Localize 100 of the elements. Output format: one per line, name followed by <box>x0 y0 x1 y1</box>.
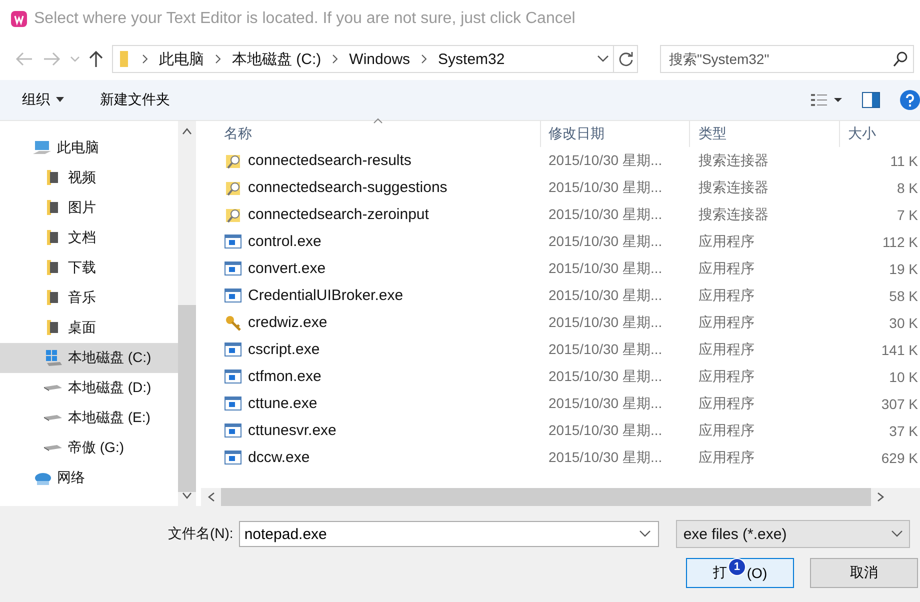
table-cell-text: 应用程序 <box>697 340 756 358</box>
sidebar-item[interactable]: 下载 <box>0 253 178 283</box>
table-cell-text: 应用程序 <box>697 448 756 466</box>
file-name[interactable]: cttune.exe <box>248 395 318 412</box>
sidebar-item[interactable]: 帝傲 (G:) <box>0 433 178 463</box>
dropdown-caret-icon <box>639 530 652 538</box>
preview-pane-icon[interactable] <box>862 92 880 108</box>
forward-arrow-icon[interactable] <box>42 51 62 67</box>
back-arrow-icon[interactable] <box>14 51 34 67</box>
sidebar-item[interactable]: 桌面 <box>0 313 178 343</box>
sidebar-item[interactable]: 此电脑 <box>0 133 178 163</box>
breadcrumb[interactable]: Windows <box>349 50 410 68</box>
file-name[interactable]: ctfmon.exe <box>248 368 322 385</box>
table-cell-text: 2015/10/30 星期... <box>548 232 664 250</box>
sidebar-item[interactable]: 网络 <box>0 463 178 493</box>
file-name[interactable]: convert.exe <box>248 260 326 277</box>
file-name[interactable]: connectedsearch-zeroinput <box>248 206 429 223</box>
drive-icon <box>44 415 62 421</box>
file-name[interactable]: dccw.exe <box>248 449 310 466</box>
file-name[interactable]: cscript.exe <box>248 341 320 358</box>
scroll-left-icon <box>207 492 215 502</box>
column-header[interactable]: 修改日期 <box>540 121 690 147</box>
application-icon <box>224 422 242 440</box>
search-field[interactable]: 搜索"System32" <box>660 45 914 73</box>
column-header[interactable]: 大小 <box>840 121 920 147</box>
table-cell-text: 2015/10/30 星期... <box>548 314 664 332</box>
organize-menu-button[interactable]: 组织 <box>14 87 72 113</box>
application-icon <box>224 368 242 386</box>
refresh-button[interactable] <box>614 45 638 73</box>
table-cell-text: 2015/10/30 星期... <box>548 286 664 304</box>
chevron-icon <box>331 54 340 64</box>
computer-icon <box>33 139 51 157</box>
caret-icon <box>56 97 64 103</box>
sidebar-item[interactable]: 音乐 <box>0 283 178 313</box>
table-cell-text: 应用程序 <box>697 286 756 304</box>
chevron-icon <box>214 54 222 64</box>
help-icon[interactable] <box>900 90 920 110</box>
sidebar-item[interactable]: 本地磁盘 (E:) <box>0 403 178 433</box>
table-cell-text: 应用程序 <box>697 422 756 440</box>
new-folder-button[interactable]: 新建文件夹 <box>92 87 178 113</box>
table-cell-text: 应用程序 <box>697 232 756 250</box>
breadcrumb[interactable]: 本地磁盘 (C:) <box>232 50 322 68</box>
dropdown-caret-icon[interactable] <box>597 54 609 64</box>
table-cell-text: 7 K <box>896 206 919 222</box>
app-logo-icon <box>10 10 28 28</box>
table-cell-text: 应用程序 <box>697 368 756 386</box>
sidebar-item[interactable]: 本地磁盘 (D:) <box>0 373 178 403</box>
column-header[interactable]: 类型 <box>690 121 840 147</box>
scrollbar-thumb[interactable] <box>178 305 196 492</box>
search-icon <box>892 51 908 67</box>
sidebar-item[interactable]: 图片 <box>0 193 178 223</box>
breadcrumb[interactable]: 此电脑 <box>159 50 204 68</box>
window-title: Select where your Text Editor is located. If you are not sure, just click Cancel <box>34 10 576 28</box>
sidebar-item[interactable]: 本地磁盘 (C:) <box>0 343 178 373</box>
cancel-button[interactable]: 取消 <box>810 558 918 588</box>
table-cell-text: 2015/10/30 星期... <box>548 394 664 412</box>
table-cell-text: 141 K <box>880 342 919 358</box>
scroll-right-icon <box>877 492 885 502</box>
table-cell-text: 19 K <box>888 260 919 276</box>
table-cell-text: 搜索连接器 <box>697 178 770 196</box>
view-options-icon[interactable] <box>810 93 842 107</box>
scrollbar[interactable] <box>178 121 196 506</box>
table-cell-text: 搜索连接器 <box>697 206 770 224</box>
application-icon <box>224 286 242 304</box>
table-cell-text: 8 K <box>896 180 919 196</box>
table-cell-text: 应用程序 <box>697 394 756 412</box>
drive-icon <box>44 349 62 367</box>
table-cell-text: 2015/10/30 星期... <box>548 206 664 224</box>
file-name[interactable]: CredentialUIBroker.exe <box>248 287 404 304</box>
dropdown-caret-icon <box>891 530 904 538</box>
table-cell-text: 搜索连接器 <box>697 152 770 170</box>
application-icon <box>224 340 242 358</box>
file-name[interactable]: cttunesvr.exe <box>248 422 336 439</box>
table-cell-text: 629 K <box>880 450 919 466</box>
file-name[interactable]: credwiz.exe <box>248 314 328 331</box>
up-arrow-icon[interactable] <box>88 50 104 68</box>
table-cell-text: 307 K <box>880 396 919 412</box>
application-icon <box>224 448 242 466</box>
column-header[interactable]: 名称 <box>201 121 541 147</box>
drive-icon <box>44 385 62 391</box>
table-cell-text: 30 K <box>888 314 919 330</box>
file-name[interactable]: control.exe <box>248 233 322 250</box>
application-icon <box>224 394 242 412</box>
file-name-field[interactable]: notepad.exe <box>239 521 660 547</box>
file-name[interactable]: connectedsearch-results <box>248 152 412 169</box>
file-name[interactable]: connectedsearch-suggestions <box>248 179 448 196</box>
address-bar[interactable]: 此电脑 本地磁盘 (C:) Windows System32 <box>112 45 614 73</box>
sidebar-item[interactable]: 文档 <box>0 223 178 253</box>
sidebar-item[interactable]: 视频 <box>0 163 178 193</box>
table-cell-text: 2015/10/30 星期... <box>548 178 664 196</box>
file-type-dropdown[interactable]: exe files (*.exe) <box>676 520 910 548</box>
refresh-icon <box>618 51 634 67</box>
breadcrumb[interactable]: System32 <box>438 50 505 68</box>
table-cell-text: 2015/10/30 星期... <box>548 448 664 466</box>
table-cell-text: 2015/10/30 星期... <box>548 340 664 358</box>
table-cell-text: 2015/10/30 星期... <box>548 422 664 440</box>
scroll-down-icon <box>182 492 192 500</box>
open-button[interactable]: 打 1 (O) <box>686 558 794 588</box>
chevron-icon <box>420 54 428 64</box>
chevron-icon <box>141 54 149 64</box>
